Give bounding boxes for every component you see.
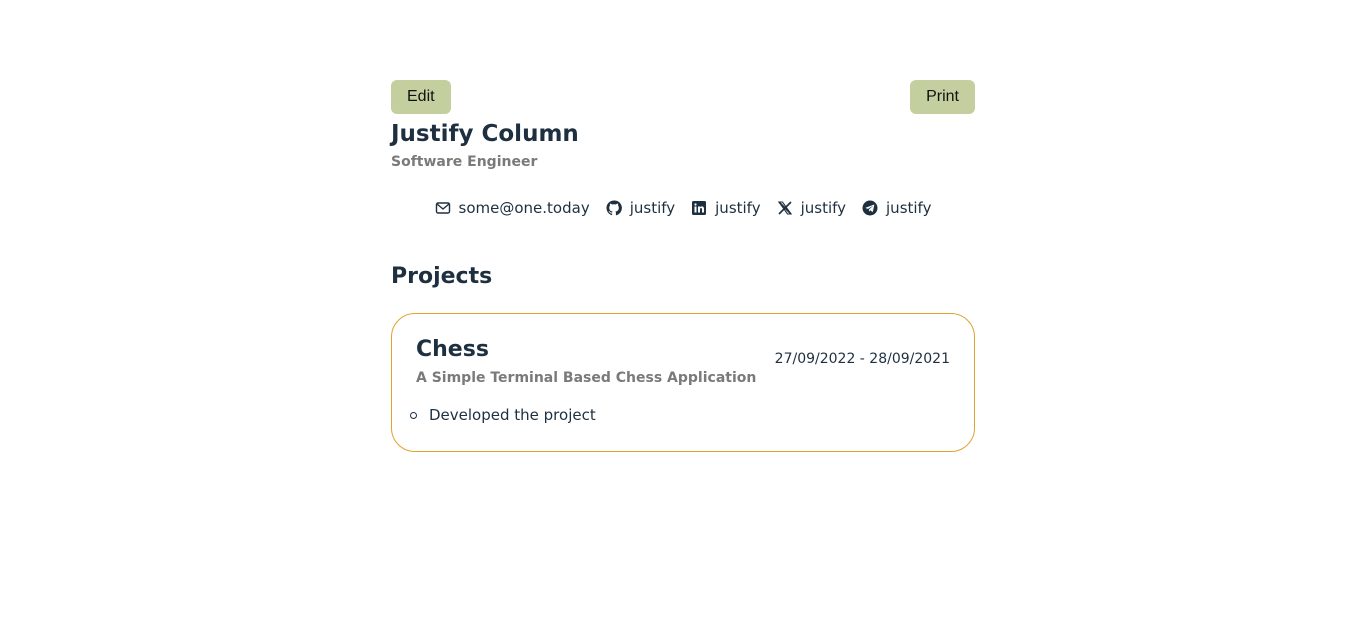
- project-title-block: Chess A Simple Terminal Based Chess Appl…: [416, 336, 756, 387]
- contact-x-text: justify: [800, 199, 847, 217]
- edit-button[interactable]: Edit: [391, 80, 451, 114]
- print-button[interactable]: Print: [910, 80, 975, 114]
- contact-github-text: justify: [629, 199, 676, 217]
- linkedin-icon: [691, 200, 707, 216]
- contact-email-text: some@one.today: [458, 199, 590, 217]
- telegram-icon: [862, 200, 878, 216]
- contact-github[interactable]: justify: [606, 199, 675, 217]
- project-card: Chess A Simple Terminal Based Chess Appl…: [391, 313, 975, 452]
- list-item: Developed the project: [410, 405, 950, 425]
- top-toolbar: Edit Print: [391, 80, 975, 114]
- bullet-icon: [410, 411, 417, 419]
- x-icon: [777, 200, 793, 216]
- contact-list: some@one.today justify justify justify j…: [391, 199, 975, 217]
- contact-linkedin-text: justify: [715, 199, 761, 217]
- project-description: A Simple Terminal Based Chess Applicatio…: [416, 370, 757, 386]
- list-item-text: Developed the project: [429, 406, 596, 424]
- contact-linkedin[interactable]: justify: [691, 199, 761, 217]
- contact-x[interactable]: justify: [777, 199, 846, 217]
- mail-icon: [435, 200, 451, 216]
- contact-telegram-text: justify: [886, 199, 932, 217]
- github-icon: [606, 200, 622, 216]
- resume-page: Edit Print Justify Column Software Engin…: [391, 0, 975, 452]
- profile-name: Justify Column: [391, 121, 579, 147]
- project-title: Chess: [416, 337, 489, 362]
- projects-heading: Projects: [391, 264, 493, 289]
- profile-role: Software Engineer: [391, 154, 538, 170]
- project-dates: 27/09/2022 - 28/09/2021: [774, 351, 950, 367]
- contact-telegram[interactable]: justify: [862, 199, 931, 217]
- project-card-header: Chess A Simple Terminal Based Chess Appl…: [416, 336, 950, 387]
- contact-email[interactable]: some@one.today: [435, 199, 590, 217]
- project-bullet-list: Developed the project: [410, 405, 950, 425]
